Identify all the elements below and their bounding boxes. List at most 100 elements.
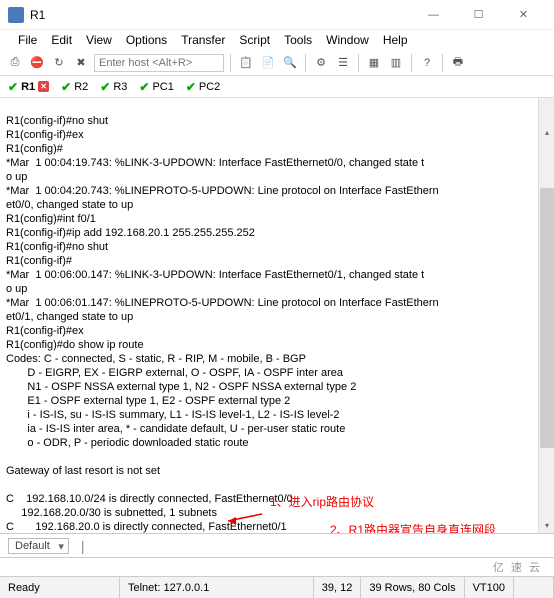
- terminal-line: R1(config-if)#no shut: [6, 115, 108, 127]
- status-spacer: [514, 577, 554, 598]
- cancel-icon[interactable]: ✖: [72, 54, 90, 72]
- terminal-line: R1(config-if)#ex: [6, 129, 84, 141]
- options-icon[interactable]: ☰: [334, 54, 352, 72]
- tab-r3[interactable]: ✔R3: [100, 80, 127, 94]
- terminal-line: D - EIGRP, EX - EIGRP external, O - OSPF…: [6, 367, 343, 379]
- default-dropdown[interactable]: Default: [8, 538, 69, 554]
- tab-pc2[interactable]: ✔PC2: [186, 80, 220, 94]
- separator: [230, 54, 231, 72]
- check-icon: ✔: [139, 80, 149, 94]
- minimize-button[interactable]: —: [411, 1, 456, 29]
- paste-icon[interactable]: 📄: [259, 54, 277, 72]
- tab-label: PC1: [152, 81, 173, 93]
- scroll-up-button[interactable]: ▴: [539, 124, 554, 140]
- terminal-line: o up: [6, 171, 27, 183]
- tab-r2[interactable]: ✔R2: [61, 80, 88, 94]
- status-ready: Ready: [0, 577, 120, 598]
- terminal-line: R1(config)#: [6, 143, 63, 155]
- check-icon: ✔: [100, 80, 110, 94]
- menu-options[interactable]: Options: [120, 33, 173, 47]
- tab-label: R3: [113, 81, 127, 93]
- terminal-line: *Mar 1 00:04:19.743: %LINK-3-UPDOWN: Int…: [6, 157, 424, 169]
- terminal-line: R1(config)#int f0/1: [6, 213, 96, 225]
- arrow-icon: [250, 530, 330, 534]
- toolbar: ⎙ ⛔ ↻ ✖ 📋 📄 🔍 ⚙ ☰ ▦ ▥ ? 🖶: [0, 50, 554, 76]
- host-input[interactable]: [94, 54, 224, 72]
- title-bar: R1 — ☐ ✕: [0, 0, 554, 30]
- tool-icon[interactable]: 🖶: [449, 54, 467, 72]
- status-bar: Ready Telnet: 127.0.0.1 39, 12 39 Rows, …: [0, 576, 554, 598]
- annotation-2: 2、R1路由器宣告自身直连网段: [330, 524, 496, 534]
- script2-icon[interactable]: ▥: [387, 54, 405, 72]
- terminal-line: C 192.168.10.0/24 is directly connected,…: [6, 493, 293, 505]
- annotation-1: 1、进入rip路由协议: [270, 496, 374, 509]
- watermark: 亿 速 云: [0, 558, 554, 576]
- status-terminal: VT100: [465, 577, 514, 598]
- terminal-pane[interactable]: R1(config-if)#no shut R1(config-if)#ex R…: [0, 98, 554, 534]
- props-icon[interactable]: ⚙: [312, 54, 330, 72]
- copy-icon[interactable]: 📋: [237, 54, 255, 72]
- menu-view[interactable]: View: [80, 33, 118, 47]
- check-icon: ✔: [61, 80, 71, 94]
- find-icon[interactable]: 🔍: [281, 54, 299, 72]
- status-connection: Telnet: 127.0.0.1: [120, 577, 314, 598]
- vertical-scrollbar[interactable]: ▴ ▾: [538, 98, 554, 533]
- terminal-line: et0/1, changed state to up: [6, 311, 133, 323]
- separator: [411, 54, 412, 72]
- menu-window[interactable]: Window: [320, 33, 375, 47]
- status-size: 39 Rows, 80 Cols: [361, 577, 464, 598]
- menu-edit[interactable]: Edit: [45, 33, 78, 47]
- app-icon: [8, 7, 24, 23]
- menu-tools[interactable]: Tools: [278, 33, 318, 47]
- tab-close-icon[interactable]: ✕: [38, 81, 49, 92]
- terminal-line: o - ODR, P - periodic downloaded static …: [6, 437, 249, 449]
- terminal-line: N1 - OSPF NSSA external type 1, N2 - OSP…: [6, 381, 356, 393]
- terminal-line: R1(config-if)#: [6, 255, 72, 267]
- terminal-line: E1 - OSPF external type 1, E2 - OSPF ext…: [6, 395, 290, 407]
- help-icon[interactable]: ?: [418, 54, 436, 72]
- window-title: R1: [30, 8, 411, 22]
- tab-r1[interactable]: ✔R1✕: [8, 80, 49, 94]
- terminal-line: et0/0, changed state to up: [6, 199, 133, 211]
- terminal-line: R1(config-if)#ip add 192.168.20.1 255.25…: [6, 227, 255, 239]
- menu-bar: File Edit View Options Transfer Script T…: [0, 30, 554, 50]
- menu-transfer[interactable]: Transfer: [175, 33, 231, 47]
- separator: [305, 54, 306, 72]
- check-icon: ✔: [186, 80, 196, 94]
- terminal-line: 192.168.20.0/30 is subnetted, 1 subnets: [6, 507, 217, 519]
- terminal-line: Gateway of last resort is not set: [6, 465, 160, 477]
- separator: [358, 54, 359, 72]
- close-button[interactable]: ✕: [501, 1, 546, 29]
- session-tabs: ✔R1✕ ✔R2 ✔R3 ✔PC1 ✔PC2: [0, 76, 554, 98]
- connect-icon[interactable]: ⎙: [6, 54, 24, 72]
- terminal-line: *Mar 1 00:06:01.147: %LINEPROTO-5-UPDOWN…: [6, 297, 439, 309]
- separator: |: [81, 538, 85, 554]
- scroll-thumb[interactable]: [540, 188, 554, 448]
- status-cursor: 39, 12: [314, 577, 362, 598]
- terminal-line: ia - IS-IS inter area, * - candidate def…: [6, 423, 345, 435]
- terminal-line: *Mar 1 00:04:20.743: %LINEPROTO-5-UPDOWN…: [6, 185, 439, 197]
- menu-help[interactable]: Help: [377, 33, 414, 47]
- menu-file[interactable]: File: [12, 33, 43, 47]
- arrow-icon: [228, 514, 268, 528]
- menu-script[interactable]: Script: [233, 33, 276, 47]
- terminal-line: R1(config-if)#ex: [6, 325, 84, 337]
- terminal-line: Codes: C - connected, S - static, R - RI…: [6, 353, 306, 365]
- separator: [442, 54, 443, 72]
- script1-icon[interactable]: ▦: [365, 54, 383, 72]
- terminal-line: o up: [6, 283, 27, 295]
- terminal-line: *Mar 1 00:06:00.147: %LINK-3-UPDOWN: Int…: [6, 269, 424, 281]
- tab-label: PC2: [199, 81, 220, 93]
- disconnect-icon[interactable]: ⛔: [28, 54, 46, 72]
- terminal-line: R1(config-if)#no shut: [6, 241, 108, 253]
- terminal-line: R1(config)#do show ip route: [6, 339, 144, 351]
- bottom-bar: Default |: [0, 534, 554, 558]
- reconnect-icon[interactable]: ↻: [50, 54, 68, 72]
- check-icon: ✔: [8, 80, 18, 94]
- tab-label: R1: [21, 81, 35, 93]
- maximize-button[interactable]: ☐: [456, 1, 501, 29]
- scroll-down-button[interactable]: ▾: [539, 517, 554, 533]
- tab-label: R2: [74, 81, 88, 93]
- terminal-line: i - IS-IS, su - IS-IS summary, L1 - IS-I…: [6, 409, 340, 421]
- tab-pc1[interactable]: ✔PC1: [139, 80, 173, 94]
